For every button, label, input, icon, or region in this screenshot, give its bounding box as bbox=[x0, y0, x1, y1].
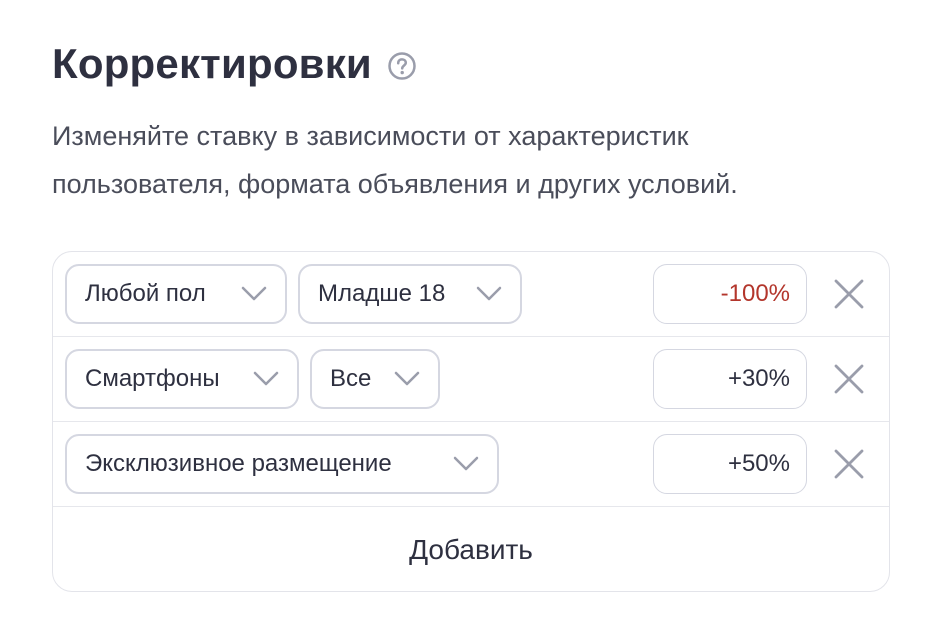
age-select[interactable]: Младше 18 bbox=[298, 264, 522, 324]
adjustment-row: Эксклюзивное размещение +50% bbox=[53, 422, 889, 507]
device-select[interactable]: Смартфоны bbox=[65, 349, 299, 409]
gender-select[interactable]: Любой пол bbox=[65, 264, 287, 324]
close-icon[interactable] bbox=[833, 448, 865, 480]
adjustment-row: Любой пол Младше 18 -100% bbox=[53, 252, 889, 337]
gender-select-value: Любой пол bbox=[85, 280, 206, 307]
header: Корректировки bbox=[52, 40, 418, 88]
adjustment-row: Смартфоны Все +30% bbox=[53, 337, 889, 422]
close-icon[interactable] bbox=[833, 278, 865, 310]
chevron-down-icon bbox=[453, 456, 479, 471]
chevron-down-icon bbox=[253, 371, 279, 386]
placement-select[interactable]: Эксклюзивное размещение bbox=[65, 434, 499, 494]
chevron-down-icon bbox=[394, 371, 420, 386]
adjustment-value-input[interactable]: -100% bbox=[653, 264, 807, 324]
chevron-down-icon bbox=[476, 286, 502, 301]
adjustment-value-input[interactable]: +30% bbox=[653, 349, 807, 409]
chevron-down-icon bbox=[241, 286, 267, 301]
age-select-value: Младше 18 bbox=[318, 280, 446, 307]
page-title: Корректировки bbox=[52, 40, 372, 87]
adjustments-panel: Любой пол Младше 18 -100% Смартфоны Все … bbox=[52, 251, 890, 592]
close-icon[interactable] bbox=[833, 363, 865, 395]
adjustment-value-input[interactable]: +50% bbox=[653, 434, 807, 494]
os-select[interactable]: Все bbox=[310, 349, 440, 409]
description: Изменяйте ставку в зависимости от характ… bbox=[52, 121, 738, 199]
os-select-value: Все bbox=[330, 365, 372, 392]
placement-select-value: Эксклюзивное размещение bbox=[85, 450, 392, 477]
device-select-value: Смартфоны bbox=[85, 365, 220, 392]
add-button[interactable]: Добавить bbox=[53, 507, 889, 591]
question-circle-icon[interactable] bbox=[386, 50, 418, 82]
